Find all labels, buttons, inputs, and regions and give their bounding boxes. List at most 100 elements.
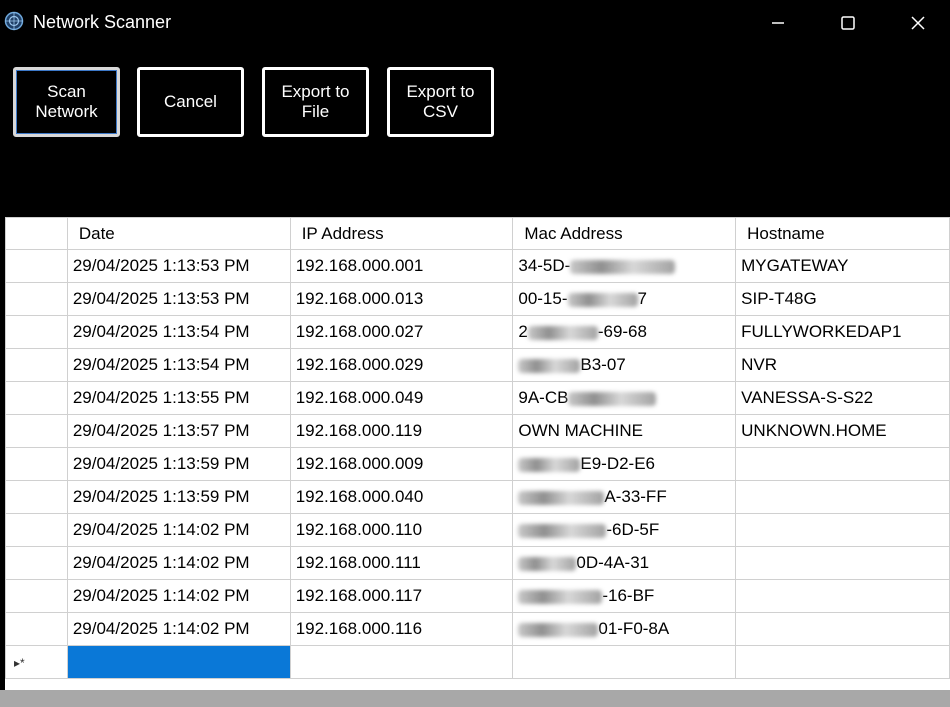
row-header[interactable]: [5, 315, 68, 349]
cell-hostname[interactable]: UNKNOWN.HOME: [735, 414, 950, 448]
table-row[interactable]: 29/04/2025 1:13:59 PM 192.168.000.040 A-33…: [5, 480, 950, 514]
row-header[interactable]: [5, 612, 68, 646]
table-row[interactable]: 29/04/2025 1:13:57 PM 192.168.000.119 OWN …: [5, 414, 950, 448]
cell-date[interactable]: 29/04/2025 1:14:02 PM: [66, 546, 291, 580]
mac-visible-suffix: -69-68: [597, 322, 647, 341]
cell-date[interactable]: 29/04/2025 1:13:59 PM: [66, 447, 291, 481]
cell-date[interactable]: 29/04/2025 1:13:54 PM: [66, 315, 291, 349]
cell-hostname[interactable]: [735, 480, 950, 514]
cell-ip-address[interactable]: 192.168.000.110: [289, 513, 514, 547]
mac-visible-suffix: 01-F0-8A: [598, 619, 670, 638]
cell-mac-address[interactable]: OWN MACHINE: [512, 414, 737, 448]
cell-ip-address[interactable]: 192.168.000.001: [289, 249, 514, 283]
cell-date[interactable]: 29/04/2025 1:13:53 PM: [66, 249, 291, 283]
row-header[interactable]: [5, 282, 68, 316]
table-row[interactable]: 29/04/2025 1:14:02 PM 192.168.000.110 -6D-…: [5, 513, 950, 547]
window-title: Network Scanner: [33, 12, 172, 32]
cell-hostname[interactable]: [735, 612, 950, 646]
minimize-button[interactable]: [750, 0, 806, 45]
cell-ip-address[interactable]: 192.168.000.117: [289, 579, 514, 613]
cell-mac-address[interactable]: 34-5D-: [512, 249, 737, 283]
cell-date[interactable]: 29/04/2025 1:14:02 PM: [66, 513, 291, 547]
column-header-mac-address[interactable]: Mac Address: [512, 217, 737, 250]
cell-ip-address[interactable]: 192.168.000.040: [289, 480, 514, 514]
table-row[interactable]: 29/04/2025 1:14:02 PM 192.168.000.116 01-F…: [5, 612, 950, 646]
cell-date[interactable]: [66, 645, 291, 679]
cell-date[interactable]: 29/04/2025 1:13:59 PM: [66, 480, 291, 514]
cell-ip-address[interactable]: 192.168.000.027: [289, 315, 514, 349]
row-header[interactable]: ▸*: [5, 645, 68, 679]
table-row[interactable]: 29/04/2025 1:14:02 PM 192.168.000.111 0D-4…: [5, 546, 950, 580]
cell-ip-address[interactable]: 192.168.000.119: [289, 414, 514, 448]
close-button[interactable]: [890, 0, 946, 45]
cell-mac-address[interactable]: E9-D2-E6: [512, 447, 737, 481]
row-header[interactable]: [5, 579, 68, 613]
horizontal-scrollbar[interactable]: [0, 690, 950, 707]
cell-mac-address[interactable]: -6D-5F: [512, 513, 737, 547]
table-row[interactable]: 29/04/2025 1:13:54 PM 192.168.000.027 2 -69…: [5, 315, 950, 349]
row-header[interactable]: [5, 381, 68, 415]
cell-date[interactable]: 29/04/2025 1:13:54 PM: [66, 348, 291, 382]
cell-mac-address[interactable]: 0D-4A-31: [512, 546, 737, 580]
cell-hostname[interactable]: [735, 645, 950, 679]
row-header[interactable]: [5, 414, 68, 448]
new-row[interactable]: ▸*: [5, 645, 950, 679]
cell-ip-address[interactable]: 192.168.000.111: [289, 546, 514, 580]
cell-mac-address[interactable]: A-33-FF: [512, 480, 737, 514]
cell-mac-address[interactable]: 9A-CB: [512, 381, 737, 415]
maximize-icon: [841, 15, 855, 30]
redacted-mac-segment: [518, 523, 607, 538]
cell-ip-address[interactable]: 192.168.000.009: [289, 447, 514, 481]
row-header[interactable]: [5, 447, 68, 481]
mac-visible-suffix: E9-D2-E6: [580, 454, 655, 473]
cell-hostname[interactable]: NVR: [735, 348, 950, 382]
row-header[interactable]: [5, 480, 68, 514]
cell-mac-address[interactable]: -16-BF: [512, 579, 737, 613]
row-header[interactable]: [5, 546, 68, 580]
table-row[interactable]: 29/04/2025 1:14:02 PM 192.168.000.117 -16-…: [5, 579, 950, 613]
cell-mac-address[interactable]: B3-07: [512, 348, 737, 382]
cell-ip-address[interactable]: [289, 645, 514, 679]
cell-hostname[interactable]: VANESSA-S-S22: [735, 381, 950, 415]
cell-hostname[interactable]: FULLYWORKEDAP1: [735, 315, 950, 349]
table-row[interactable]: 29/04/2025 1:13:53 PM 192.168.000.001 34-5…: [5, 249, 950, 283]
results-grid[interactable]: Date IP Address Mac Address Hostname 29/…: [5, 217, 950, 692]
cell-date[interactable]: 29/04/2025 1:13:57 PM: [66, 414, 291, 448]
redacted-mac-segment: [568, 391, 657, 406]
cell-ip-address[interactable]: 192.168.000.116: [289, 612, 514, 646]
cell-hostname[interactable]: [735, 579, 950, 613]
cell-ip-address[interactable]: 192.168.000.013: [289, 282, 514, 316]
export-to-csv-button[interactable]: Export to CSV: [387, 67, 494, 137]
table-row[interactable]: 29/04/2025 1:13:54 PM 192.168.000.029 B3-0…: [5, 348, 950, 382]
cell-ip-address[interactable]: 192.168.000.049: [289, 381, 514, 415]
cell-hostname[interactable]: MYGATEWAY: [735, 249, 950, 283]
row-header[interactable]: [5, 513, 68, 547]
cell-mac-address[interactable]: 2 -69-68: [512, 315, 737, 349]
cell-hostname[interactable]: [735, 447, 950, 481]
cell-date[interactable]: 29/04/2025 1:14:02 PM: [66, 579, 291, 613]
cell-mac-address[interactable]: [512, 645, 737, 679]
column-header-ip-address[interactable]: IP Address: [289, 217, 514, 250]
maximize-button[interactable]: [820, 0, 876, 45]
row-header[interactable]: [5, 348, 68, 382]
cell-date[interactable]: 29/04/2025 1:13:53 PM: [66, 282, 291, 316]
table-row[interactable]: 29/04/2025 1:13:55 PM 192.168.000.049 9A-C…: [5, 381, 950, 415]
cancel-button[interactable]: Cancel: [137, 67, 244, 137]
cell-ip-address[interactable]: 192.168.000.029: [289, 348, 514, 382]
cell-hostname[interactable]: SIP-T48G: [735, 282, 950, 316]
cell-mac-address[interactable]: 01-F0-8A: [512, 612, 737, 646]
table-row[interactable]: 29/04/2025 1:13:53 PM 192.168.000.013 00-1…: [5, 282, 950, 316]
cell-date[interactable]: 29/04/2025 1:13:55 PM: [66, 381, 291, 415]
scan-network-button[interactable]: Scan Network: [13, 67, 120, 137]
column-header-hostname[interactable]: Hostname: [735, 217, 950, 250]
column-header-date[interactable]: Date: [66, 217, 291, 250]
row-header[interactable]: [5, 249, 68, 283]
cell-hostname[interactable]: [735, 546, 950, 580]
table-row[interactable]: 29/04/2025 1:13:59 PM 192.168.000.009 E9-D…: [5, 447, 950, 481]
cell-mac-address[interactable]: 00-15- 7: [512, 282, 737, 316]
export-to-file-button[interactable]: Export to File: [262, 67, 369, 137]
mac-visible-suffix: 0D-4A-31: [576, 553, 650, 572]
cell-hostname[interactable]: [735, 513, 950, 547]
mac-visible-suffix: B3-07: [580, 355, 626, 374]
cell-date[interactable]: 29/04/2025 1:14:02 PM: [66, 612, 291, 646]
